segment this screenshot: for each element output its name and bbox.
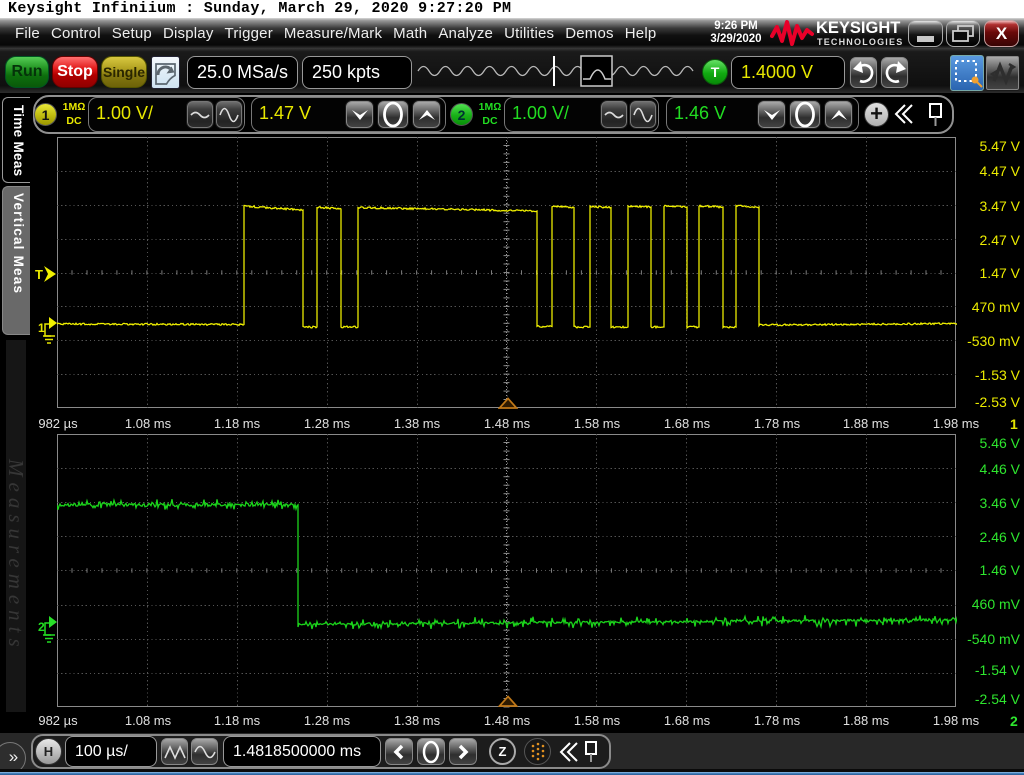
svg-text:T: T xyxy=(35,267,43,282)
svg-text:2: 2 xyxy=(38,620,45,634)
svg-text:1: 1 xyxy=(38,321,45,335)
